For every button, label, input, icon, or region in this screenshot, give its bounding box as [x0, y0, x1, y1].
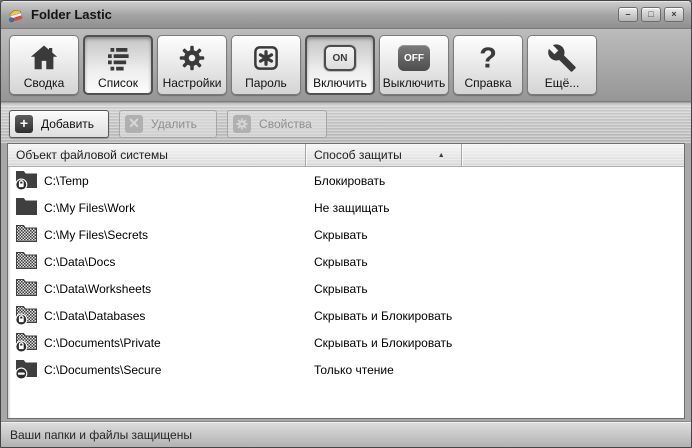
app-icon: [8, 7, 24, 23]
toolbar-button-label: Пароль: [245, 76, 287, 90]
list-header: Объект файловой системы Способ защиты ▲: [8, 144, 684, 167]
table-row[interactable]: C:\My Files\Work Не защищать: [8, 194, 684, 221]
toolbar-button-label: Включить: [313, 76, 367, 90]
cell-protection: Скрывать и Блокировать: [314, 335, 453, 350]
cell-object: C:\My Files\Work: [8, 197, 306, 218]
toolbar-button-password[interactable]: Пароль: [231, 35, 301, 95]
gear-icon: [177, 40, 207, 76]
on-badge-icon: ON: [324, 40, 356, 76]
home-icon: [29, 40, 59, 76]
table-row[interactable]: C:\Data\Worksheets Скрывать: [8, 275, 684, 302]
list-body: C:\Temp Блокировать C:\My Files\Work Не защ…: [8, 167, 684, 418]
cell-object: C:\Data\Databases: [8, 305, 306, 326]
cell-object: C:\Data\Worksheets: [8, 278, 306, 299]
folder-hidden-locked-icon: [15, 332, 38, 353]
app-window: Folder Lastic – □ × Сводка Список Настройк…: [0, 0, 692, 448]
plus-icon: +: [15, 114, 33, 133]
sort-asc-icon: ▲: [437, 151, 445, 159]
toolbar-button-label: Справка: [464, 76, 512, 90]
status-bar: Ваши папки и файлы защищены: [1, 421, 691, 447]
cell-protection: Скрывать: [314, 254, 368, 269]
folder-hidden-icon: [15, 224, 38, 245]
asterisk-icon: [251, 40, 281, 76]
cell-object: C:\Temp: [8, 170, 306, 191]
cell-protection: Скрывать и Блокировать: [314, 308, 453, 323]
toolbar-button-help[interactable]: ? Справка: [453, 35, 523, 95]
table-row[interactable]: C:\Documents\Private Скрывать и Блокирова…: [8, 329, 684, 356]
properties-button[interactable]: Свойства: [227, 109, 327, 138]
cross-icon: ✕: [125, 114, 144, 133]
action-button-label: Добавить: [41, 116, 95, 131]
folder-locked-icon: [15, 170, 38, 191]
delete-button[interactable]: ✕ Удалить: [119, 109, 218, 138]
cell-object: C:\Data\Docs: [8, 251, 306, 272]
toolbar-button-label: Настройки: [162, 76, 222, 90]
folder-hidden-locked-icon: [15, 305, 38, 326]
folder-icon: [15, 197, 38, 218]
object-path: C:\Documents\Private: [44, 335, 161, 350]
wrench-icon: [547, 40, 577, 76]
toolbar-button-label: Ещё...: [544, 76, 580, 90]
table-row[interactable]: C:\My Files\Secrets Скрывать: [8, 221, 684, 248]
cell-object: C:\My Files\Secrets: [8, 224, 306, 245]
toolbar-button-disable[interactable]: OFF Выключить: [379, 35, 449, 95]
toolbar-button-summary[interactable]: Сводка: [9, 35, 79, 95]
object-path: C:\Data\Docs: [44, 254, 116, 269]
object-path: C:\Data\Worksheets: [44, 281, 152, 296]
folder-hidden-icon: [15, 278, 38, 299]
cell-object: C:\Documents\Private: [8, 332, 306, 353]
file-list: Объект файловой системы Способ защиты ▲ …: [7, 143, 685, 419]
toolbar-button-label: Список: [98, 76, 138, 90]
table-row[interactable]: C:\Data\Databases Скрывать и Блокировать: [8, 302, 684, 329]
action-button-label: Свойства: [259, 116, 312, 131]
window-title: Folder Lastic: [31, 7, 112, 22]
cell-protection: Не защищать: [314, 200, 390, 215]
object-path: C:\Data\Databases: [44, 308, 146, 323]
toolbar-button-list[interactable]: Список: [83, 35, 153, 95]
question-icon: ?: [473, 40, 503, 76]
object-path: C:\Temp: [44, 173, 89, 188]
main-toolbar: Сводка Список Настройки Пароль ON Включить OFF…: [1, 29, 691, 101]
table-row[interactable]: C:\Documents\Secure Только чтение: [8, 356, 684, 383]
maximize-button[interactable]: □: [641, 7, 661, 22]
object-path: C:\My Files\Secrets: [44, 227, 149, 242]
gear-icon: [233, 114, 252, 133]
toolbar-button-enable[interactable]: ON Включить: [305, 35, 375, 95]
window-controls: – □ ×: [618, 7, 684, 22]
table-row[interactable]: C:\Temp Блокировать: [8, 167, 684, 194]
folder-readonly-icon: [15, 359, 38, 380]
object-path: C:\Documents\Secure: [44, 362, 162, 377]
action-button-label: Удалить: [151, 116, 197, 131]
column-header-object[interactable]: Объект файловой системы: [8, 144, 306, 166]
cell-protection: Блокировать: [314, 173, 386, 188]
toolbar-button-more[interactable]: Ещё...: [527, 35, 597, 95]
cell-protection: Только чтение: [314, 362, 394, 377]
actions-toolbar: + Добавить ✕ Удалить Свойства: [1, 104, 691, 143]
off-badge-icon: OFF: [398, 40, 430, 76]
object-path: C:\My Files\Work: [44, 200, 136, 215]
table-row[interactable]: C:\Data\Docs Скрывать: [8, 248, 684, 275]
toolbar-button-label: Сводка: [23, 76, 65, 90]
toolbar-button-settings[interactable]: Настройки: [157, 35, 227, 95]
minimize-button[interactable]: –: [618, 7, 638, 22]
svg-text:?: ?: [479, 43, 497, 73]
toolbar-button-label: Выключить: [382, 76, 446, 90]
cell-protection: Скрывать: [314, 281, 368, 296]
close-button[interactable]: ×: [664, 7, 684, 22]
column-header-protection[interactable]: Способ защиты ▲: [306, 144, 462, 166]
title-bar: Folder Lastic – □ ×: [1, 1, 691, 29]
list-icon: [103, 40, 133, 76]
column-header-empty: [462, 144, 684, 166]
status-text: Ваши папки и файлы защищены: [10, 427, 192, 442]
cell-object: C:\Documents\Secure: [8, 359, 306, 380]
folder-hidden-icon: [15, 251, 38, 272]
add-button[interactable]: + Добавить: [9, 109, 110, 138]
cell-protection: Скрывать: [314, 227, 368, 242]
